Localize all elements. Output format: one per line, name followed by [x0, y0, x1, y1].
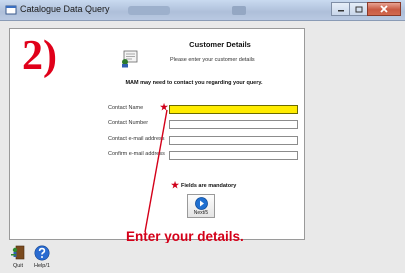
quit-label: Quit [12, 263, 24, 269]
contact-email-label: Contact e-mail address [108, 136, 165, 142]
contact-name-field[interactable] [169, 105, 298, 114]
maximize-icon [355, 6, 362, 12]
contact-notice: MAM may need to contact you regarding yo… [125, 80, 263, 86]
quit-button[interactable]: Quit [6, 245, 30, 271]
next-button-label: Next/5 [193, 210, 209, 216]
annotation-text: Enter your details. [126, 229, 244, 244]
contact-email-field[interactable] [169, 136, 298, 145]
window-controls [331, 2, 401, 17]
window-title: Catalogue Data Query [20, 4, 110, 14]
next-arrow-icon [195, 197, 208, 210]
title-bar-blur [232, 6, 246, 15]
help-icon [34, 245, 50, 261]
app-window-icon [5, 5, 17, 15]
title-bar-blur [128, 6, 170, 15]
next-button[interactable]: Next/5 [187, 194, 215, 218]
confirm-email-label: Confirm e-mail address [108, 151, 165, 157]
step-number: 2) [22, 33, 57, 79]
required-star-icon: ★ [160, 102, 169, 112]
maximize-button[interactable] [349, 2, 368, 16]
contact-number-label: Contact Number [108, 120, 149, 126]
close-button[interactable] [367, 2, 401, 16]
close-icon [380, 5, 388, 13]
page-title: Customer Details [189, 40, 251, 49]
customer-form-icon [122, 50, 138, 68]
quit-icon [11, 245, 25, 260]
mandatory-star-icon: ★ [171, 180, 180, 190]
title-bar[interactable]: Catalogue Data Query [0, 0, 405, 21]
minimize-icon [337, 10, 344, 12]
mandatory-note: Fields are mandatory [181, 183, 237, 189]
help-label: Help/1 [34, 263, 50, 269]
minimize-button[interactable] [331, 2, 350, 16]
contact-name-label: Contact Name [108, 105, 144, 111]
instruction-text: Please enter your customer details [170, 57, 255, 63]
contact-number-field[interactable] [169, 120, 298, 129]
help-button[interactable]: Help/1 [30, 245, 54, 271]
confirm-email-field[interactable] [169, 151, 298, 160]
bottom-toolbar [0, 243, 405, 273]
